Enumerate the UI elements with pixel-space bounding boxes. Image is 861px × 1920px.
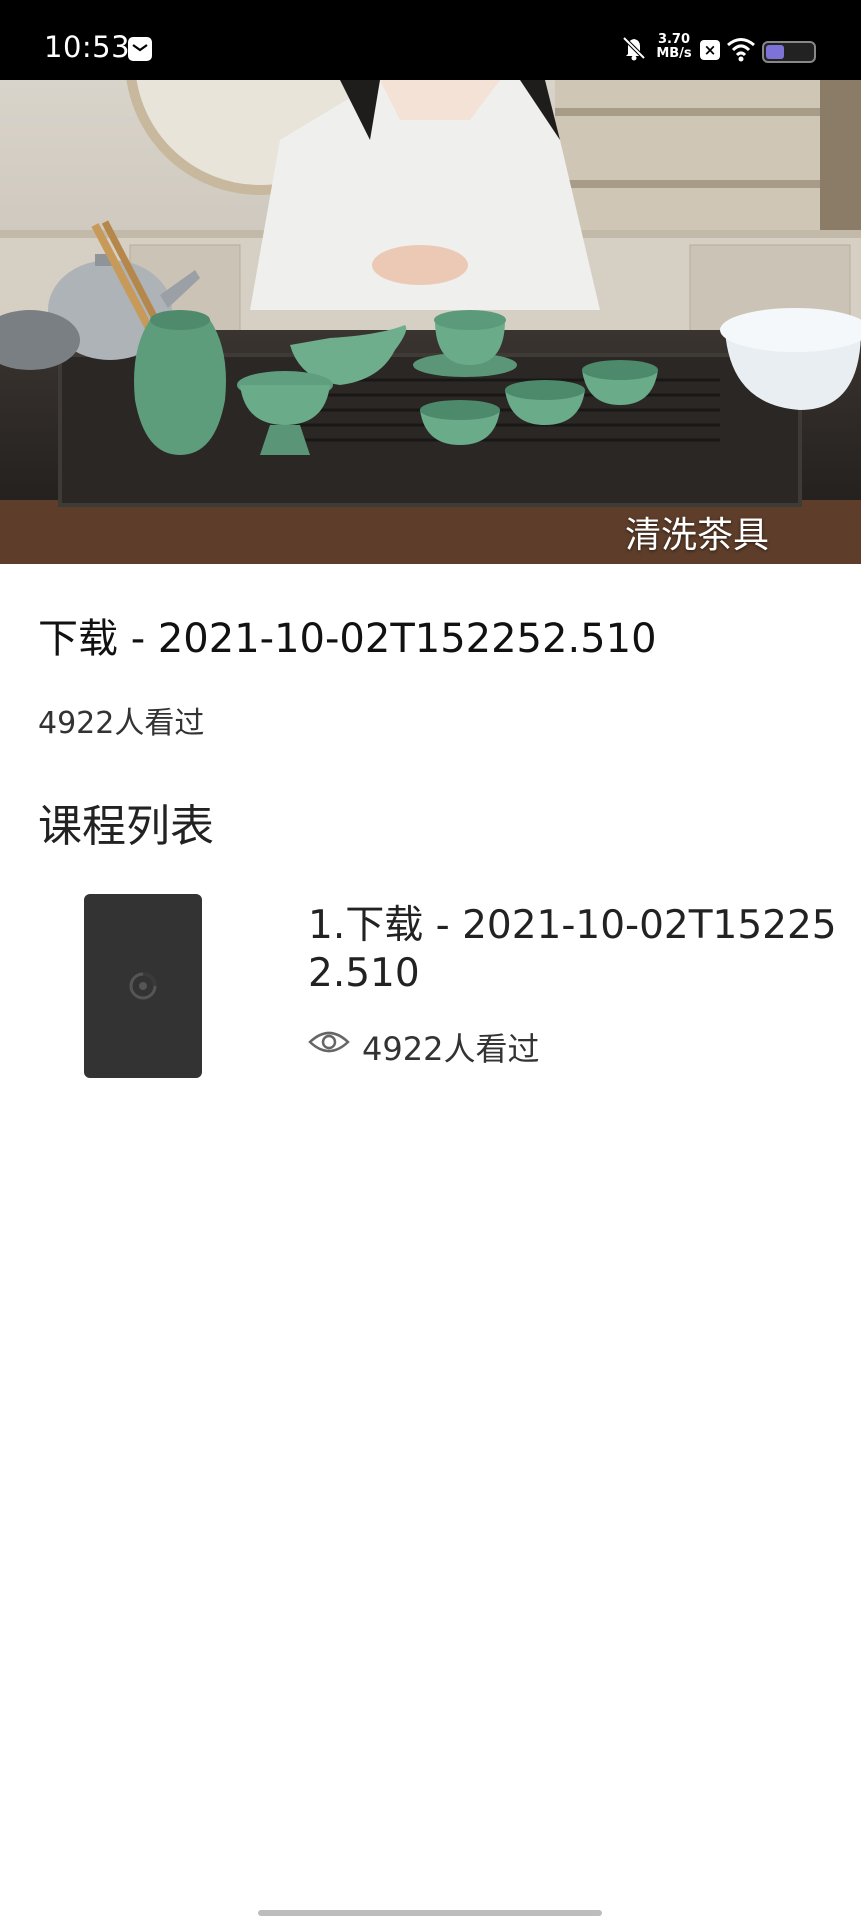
course-title: 1.下载 - 2021-10-02T152252.510 [308, 903, 837, 996]
battery-level [766, 45, 784, 59]
status-time: 10:53 [44, 30, 131, 64]
network-speed-value: 3.70 [657, 32, 691, 47]
mute-icon [620, 34, 648, 66]
course-thumbnail [84, 894, 202, 1078]
wifi-icon [726, 36, 756, 66]
course-list-item[interactable]: 1.下载 - 2021-10-02T152252.510 4922人看过 [0, 880, 861, 1090]
video-player[interactable]: 清洗茶具 [0, 80, 861, 564]
message-icon [128, 37, 152, 61]
loading-icon [129, 972, 157, 1000]
eye-icon [308, 1028, 350, 1060]
network-speed: 3.70 MB/s [656, 33, 692, 61]
network-speed-unit: MB/s [656, 46, 692, 61]
page-title: 下载 - 2021-10-02T152252.510 [38, 616, 657, 662]
home-indicator[interactable] [258, 1910, 602, 1916]
course-view-count: 4922人看过 [362, 1030, 540, 1068]
course-list-heading: 课程列表 [38, 801, 214, 852]
battery-icon [762, 41, 816, 63]
video-frame [0, 80, 861, 564]
video-caption: 清洗茶具 [624, 515, 769, 556]
status-bar: 10:53 3.70 MB/s × [0, 0, 861, 80]
x-icon: × [700, 40, 720, 60]
view-count: 4922人看过 [38, 706, 205, 741]
